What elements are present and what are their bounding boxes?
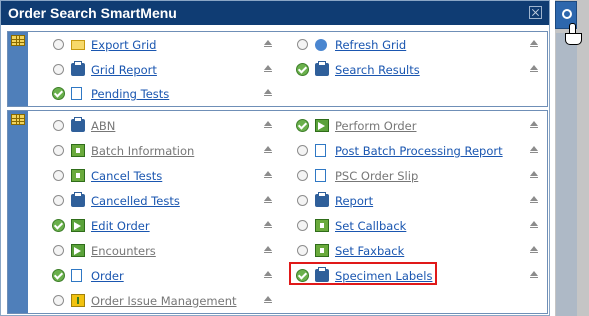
pin-icon[interactable] <box>530 40 538 47</box>
batch-icon <box>315 219 329 232</box>
close-icon[interactable] <box>529 6 542 19</box>
document-icon <box>315 144 326 157</box>
menu-item-label[interactable]: Edit Order <box>91 217 150 235</box>
batch-icon <box>315 244 329 257</box>
printer-icon <box>71 61 85 76</box>
checkmark-icon[interactable] <box>296 63 309 76</box>
pin-icon[interactable] <box>264 271 272 278</box>
menu-item-label[interactable]: Search Results <box>335 61 420 79</box>
checkmark-icon[interactable] <box>52 87 65 100</box>
pin-icon[interactable] <box>530 271 538 278</box>
printer-icon <box>71 117 85 132</box>
hand-cursor-icon <box>565 23 582 45</box>
pin-icon[interactable] <box>530 196 538 203</box>
section-gutter <box>8 32 28 106</box>
pin-icon[interactable] <box>530 246 538 253</box>
radio-button[interactable] <box>297 220 308 231</box>
batch-icon <box>71 169 85 182</box>
menu-item-label[interactable]: ABN <box>91 117 115 135</box>
pin-icon[interactable] <box>264 40 272 47</box>
menu-item-label[interactable]: Cancelled Tests <box>91 192 180 210</box>
menu-item-label[interactable]: Report <box>335 192 373 210</box>
arrow-icon <box>315 119 329 132</box>
menu-item-label[interactable]: Encounters <box>91 242 156 260</box>
menu-item-label[interactable]: Set Callback <box>335 217 406 235</box>
pin-icon[interactable] <box>264 296 272 303</box>
pin-icon[interactable] <box>264 221 272 228</box>
pin-icon[interactable] <box>530 146 538 153</box>
menu-item-label[interactable]: Set Faxback <box>335 242 404 260</box>
document-icon <box>71 269 82 282</box>
radio-button[interactable] <box>297 39 308 50</box>
grid-icon <box>11 35 25 46</box>
menu-item-label[interactable]: Order Issue Management <box>91 292 237 310</box>
specimen-labels-highlight <box>289 262 437 285</box>
radio-button[interactable] <box>53 64 64 75</box>
printer-icon <box>71 192 85 207</box>
document-icon <box>315 169 326 182</box>
menu-item-label[interactable]: Grid Report <box>91 61 157 79</box>
menu-item-label[interactable]: Perform Order <box>335 117 416 135</box>
pin-icon[interactable] <box>264 246 272 253</box>
document-icon <box>71 87 82 100</box>
smartmenu-panel: Order Search SmartMenu Export Grid Refre… <box>0 0 550 316</box>
printer-icon <box>315 192 329 207</box>
checkmark-icon[interactable] <box>52 219 65 232</box>
batch-icon <box>71 144 85 157</box>
smartmenu-titlebar: Order Search SmartMenu <box>1 1 549 25</box>
pin-icon[interactable] <box>264 65 272 72</box>
radio-button[interactable] <box>53 39 64 50</box>
radio-button[interactable] <box>297 195 308 206</box>
pin-icon[interactable] <box>264 146 272 153</box>
menu-item-label[interactable]: Order <box>91 267 124 285</box>
side-toolbar-strip <box>556 33 577 316</box>
radio-button[interactable] <box>53 195 64 206</box>
folder-icon <box>71 40 85 50</box>
radio-button[interactable] <box>53 120 64 131</box>
section-gutter <box>8 111 28 313</box>
radio-button[interactable] <box>53 245 64 256</box>
pin-icon[interactable] <box>264 171 272 178</box>
pin-icon[interactable] <box>264 196 272 203</box>
radio-button[interactable] <box>53 295 64 306</box>
menu-item-label[interactable]: Export Grid <box>91 36 156 54</box>
printer-icon <box>315 61 329 76</box>
radio-button[interactable] <box>297 170 308 181</box>
smartmenu-title: Order Search SmartMenu <box>8 5 177 21</box>
radio-button[interactable] <box>53 145 64 156</box>
menu-item-label[interactable]: Refresh Grid <box>335 36 406 54</box>
pin-icon[interactable] <box>530 65 538 72</box>
pin-icon[interactable] <box>530 171 538 178</box>
warning-icon <box>71 294 85 307</box>
radio-button[interactable] <box>53 170 64 181</box>
radio-button[interactable] <box>297 245 308 256</box>
grid-actions-section: Export Grid Refresh Grid Grid Report Sea… <box>7 31 548 107</box>
pin-icon[interactable] <box>530 121 538 128</box>
pin-icon[interactable] <box>530 221 538 228</box>
checkmark-icon[interactable] <box>296 119 309 132</box>
checkmark-icon[interactable] <box>52 269 65 282</box>
menu-item-label[interactable]: Batch Information <box>91 142 194 160</box>
menu-item-label[interactable]: Cancel Tests <box>91 167 162 185</box>
arrow-icon <box>71 244 85 257</box>
grid-icon <box>11 114 25 125</box>
pin-icon[interactable] <box>264 121 272 128</box>
menu-item-label[interactable]: Post Batch Processing Report <box>335 142 503 160</box>
radio-button[interactable] <box>297 145 308 156</box>
arrow-icon <box>71 219 85 232</box>
side-toolbar <box>555 0 589 316</box>
menu-item-label[interactable]: Pending Tests <box>91 85 169 103</box>
menu-item-label[interactable]: PSC Order Slip <box>335 167 418 185</box>
order-actions-section: ABN Perform Order Batch Information Post… <box>7 110 548 314</box>
pin-icon[interactable] <box>264 89 272 96</box>
refresh-icon <box>315 39 327 51</box>
